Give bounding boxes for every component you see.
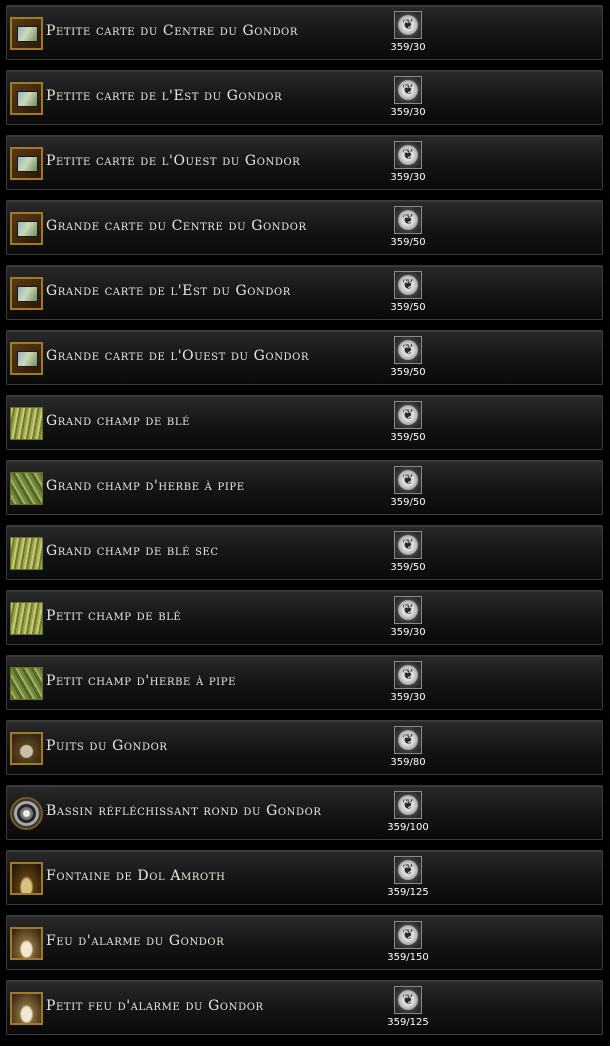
white-tree-token-icon: ❦ bbox=[394, 921, 422, 949]
list-item[interactable]: Grande carte de l'Est du Gondor ❦ 359/50 bbox=[6, 265, 603, 320]
white-tree-token-icon: ❦ bbox=[394, 856, 422, 884]
item-count: 359/30 bbox=[390, 107, 426, 118]
item-name: Puits du Gondor bbox=[46, 738, 168, 754]
item-name: Petit feu d'alarme du Gondor bbox=[46, 998, 264, 1014]
item-count: 359/50 bbox=[390, 497, 426, 508]
item-name: Petite carte de l'Est du Gondor bbox=[46, 88, 283, 104]
white-tree-token-icon: ❦ bbox=[394, 726, 422, 754]
fountain-icon bbox=[10, 862, 43, 895]
list-item[interactable]: Fontaine de Dol Amroth ❦ 359/125 bbox=[6, 850, 603, 905]
item-name: Feu d'alarme du Gondor bbox=[46, 933, 225, 949]
map-icon bbox=[10, 82, 43, 115]
reflecting-pool-icon bbox=[10, 797, 43, 830]
item-name: Grand champ d'herbe à pipe bbox=[46, 478, 245, 494]
list-item[interactable]: Grand champ de blé ❦ 359/50 bbox=[6, 395, 603, 450]
item-count: 359/30 bbox=[390, 172, 426, 183]
item-name: Grande carte de l'Est du Gondor bbox=[46, 283, 291, 299]
item-count: 359/50 bbox=[390, 367, 426, 378]
item-name: Grande carte du Centre du Gondor bbox=[46, 218, 307, 234]
list-item[interactable]: Petit champ d'herbe à pipe ❦ 359/30 bbox=[6, 655, 603, 710]
map-icon bbox=[10, 147, 43, 180]
item-name: Petit champ d'herbe à pipe bbox=[46, 673, 236, 689]
white-tree-token-icon: ❦ bbox=[394, 531, 422, 559]
white-tree-token-icon: ❦ bbox=[394, 791, 422, 819]
item-name: Fontaine de Dol Amroth bbox=[46, 868, 226, 884]
item-name: Petite carte du Centre du Gondor bbox=[46, 23, 298, 39]
wheat-field-icon bbox=[10, 602, 43, 635]
list-item[interactable]: Grande carte de l'Ouest du Gondor ❦ 359/50 bbox=[6, 330, 603, 385]
white-tree-token-icon: ❦ bbox=[394, 141, 422, 169]
item-count: 359/30 bbox=[390, 42, 426, 53]
wheat-field-icon bbox=[10, 407, 43, 440]
map-icon bbox=[10, 277, 43, 310]
white-tree-token-icon: ❦ bbox=[394, 401, 422, 429]
map-icon bbox=[10, 342, 43, 375]
item-count: 359/50 bbox=[390, 562, 426, 573]
list-item[interactable]: Petit feu d'alarme du Gondor ❦ 359/125 bbox=[6, 980, 603, 1035]
list-item[interactable]: Petite carte du Centre du Gondor ❦ 359/30 bbox=[6, 5, 603, 60]
wheat-field-icon bbox=[10, 537, 43, 570]
item-count: 359/50 bbox=[390, 432, 426, 443]
item-name: Petite carte de l'Ouest du Gondor bbox=[46, 153, 301, 169]
map-icon bbox=[10, 17, 43, 50]
list-item[interactable]: Bassin réfléchissant rond du Gondor ❦ 359/… bbox=[6, 785, 603, 840]
white-tree-token-icon: ❦ bbox=[394, 206, 422, 234]
list-item[interactable]: Feu d'alarme du Gondor ❦ 359/150 bbox=[6, 915, 603, 970]
white-tree-token-icon: ❦ bbox=[394, 466, 422, 494]
list-item[interactable]: Grand champ de blé sec ❦ 359/50 bbox=[6, 525, 603, 580]
item-list: Petite carte du Centre du Gondor ❦ 359/30 P… bbox=[0, 0, 610, 1046]
white-tree-token-icon: ❦ bbox=[394, 596, 422, 624]
list-item[interactable]: Puits du Gondor ❦ 359/80 bbox=[6, 720, 603, 775]
item-count: 359/30 bbox=[390, 627, 426, 638]
item-count: 359/100 bbox=[387, 822, 429, 833]
white-tree-token-icon: ❦ bbox=[394, 76, 422, 104]
pipeweed-field-icon bbox=[10, 667, 43, 700]
item-count: 359/150 bbox=[387, 952, 429, 963]
white-tree-token-icon: ❦ bbox=[394, 336, 422, 364]
white-tree-token-icon: ❦ bbox=[394, 986, 422, 1014]
well-icon bbox=[10, 732, 43, 765]
white-tree-token-icon: ❦ bbox=[394, 661, 422, 689]
item-count: 359/30 bbox=[390, 692, 426, 703]
white-tree-token-icon: ❦ bbox=[394, 271, 422, 299]
item-name: Bassin réfléchissant rond du Gondor bbox=[46, 803, 322, 819]
list-item[interactable]: Petite carte de l'Est du Gondor ❦ 359/30 bbox=[6, 70, 603, 125]
map-icon bbox=[10, 212, 43, 245]
list-item[interactable]: Grand champ d'herbe à pipe ❦ 359/50 bbox=[6, 460, 603, 515]
item-count: 359/50 bbox=[390, 302, 426, 313]
white-tree-token-icon: ❦ bbox=[394, 11, 422, 39]
item-count: 359/50 bbox=[390, 237, 426, 248]
pipeweed-field-icon bbox=[10, 472, 43, 505]
list-item[interactable]: Grande carte du Centre du Gondor ❦ 359/50 bbox=[6, 200, 603, 255]
beacon-icon bbox=[10, 992, 43, 1025]
item-name: Petit champ de blé bbox=[46, 608, 182, 624]
item-name: Grande carte de l'Ouest du Gondor bbox=[46, 348, 310, 364]
list-item[interactable]: Petite carte de l'Ouest du Gondor ❦ 359/30 bbox=[6, 135, 603, 190]
item-count: 359/125 bbox=[387, 1017, 429, 1028]
item-name: Grand champ de blé sec bbox=[46, 543, 219, 559]
item-name: Grand champ de blé bbox=[46, 413, 191, 429]
list-item[interactable]: Petit champ de blé ❦ 359/30 bbox=[6, 590, 603, 645]
item-count: 359/125 bbox=[387, 887, 429, 898]
item-count: 359/80 bbox=[390, 757, 426, 768]
beacon-icon bbox=[10, 927, 43, 960]
